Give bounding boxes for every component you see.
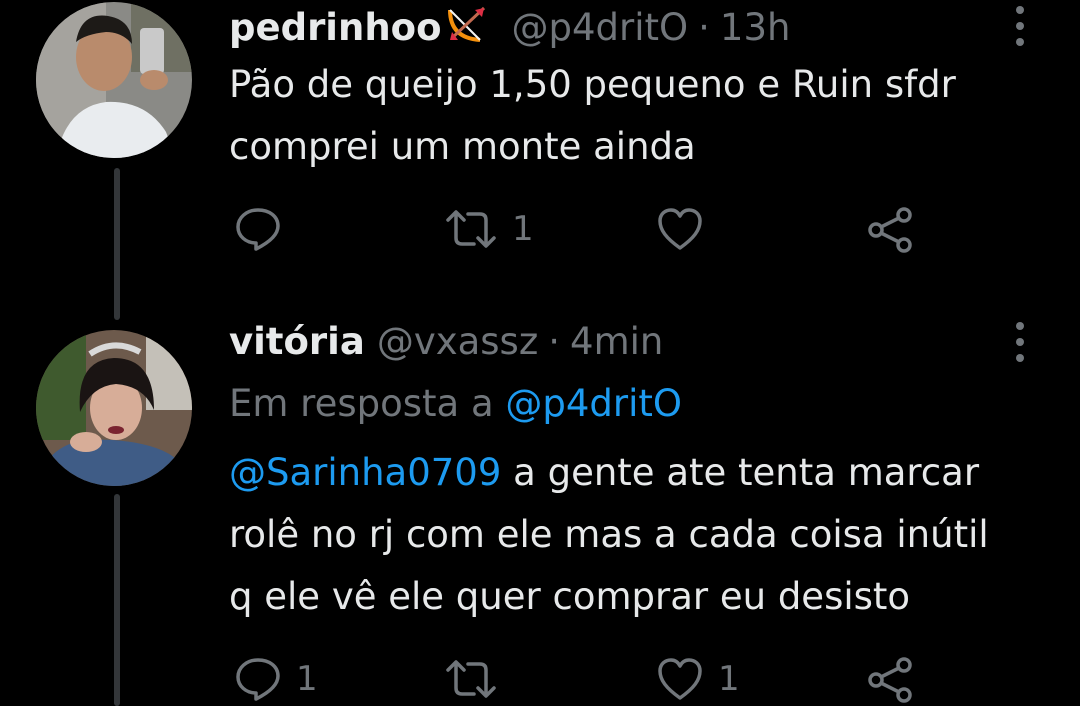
share-button[interactable] — [866, 656, 916, 704]
avatar[interactable] — [36, 2, 192, 158]
tweet-text-line: Pão de queijo 1,50 pequeno e Ruin sfdr — [229, 63, 956, 106]
retweet-icon — [446, 210, 496, 248]
timestamp[interactable]: 13h — [720, 6, 791, 50]
reply-button[interactable]: 1 — [234, 656, 318, 702]
separator-dot: · — [698, 6, 710, 49]
tweet-text: @Sarinha0709 a gente ate tenta marcar ro… — [229, 442, 1049, 628]
reply-button[interactable] — [234, 206, 296, 252]
mention-link[interactable]: @Sarinha0709 — [229, 451, 501, 494]
tweet-text-line: @Sarinha0709 a gente ate tenta marcar — [229, 442, 1049, 504]
like-button[interactable]: 1 — [656, 656, 740, 702]
avatar-photo — [36, 330, 192, 486]
username-handle[interactable]: @vxassz — [377, 320, 538, 364]
like-count: 1 — [718, 659, 740, 699]
retweet-icon — [446, 660, 496, 698]
share-button[interactable] — [866, 206, 916, 254]
username-handle[interactable]: @p4dritO — [512, 6, 689, 50]
tweet-header: pedrinhoo @p4dritO · 13h — [229, 2, 790, 54]
timeline: pedrinhoo @p4dritO · 13h Pão de queijo 1… — [0, 0, 1080, 706]
display-name[interactable]: pedrinhoo — [229, 6, 442, 50]
tweet-text: Pão de queijo 1,50 pequeno e Ruin sfdr c… — [229, 54, 1049, 178]
more-options-icon[interactable] — [1006, 6, 1034, 46]
reply-icon — [236, 208, 280, 251]
reply-count: 1 — [296, 659, 318, 699]
display-name[interactable]: vitória — [229, 320, 365, 364]
reply-to-mention-link[interactable]: @p4dritO — [505, 382, 682, 425]
thread-connector-line — [114, 168, 120, 320]
heart-icon — [658, 208, 702, 250]
share-icon — [868, 207, 912, 253]
more-options-icon[interactable] — [1006, 322, 1034, 362]
retweet-button[interactable]: 1 — [444, 206, 534, 252]
retweet-button[interactable] — [444, 656, 512, 702]
tweet-text-segment: a gente ate tenta marcar — [501, 451, 980, 494]
thread-connector-line — [114, 494, 120, 706]
heart-icon — [658, 658, 702, 700]
avatar-photo — [36, 2, 192, 158]
tweet-text-line: comprei um monte ainda — [229, 125, 696, 168]
timestamp[interactable]: 4min — [570, 320, 663, 364]
share-icon — [868, 657, 912, 703]
bow-and-arrow-icon — [444, 2, 490, 54]
retweet-count: 1 — [512, 209, 534, 249]
separator-dot: · — [548, 320, 561, 363]
tweet-header: vitória @vxassz · 4min — [229, 320, 663, 364]
reply-icon — [236, 658, 280, 701]
tweet-text-line: q ele vê ele quer comprar eu desisto — [229, 575, 911, 618]
reply-context: Em resposta a @p4dritO — [229, 382, 682, 426]
reply-to-label: Em resposta a — [229, 382, 494, 425]
tweet-text-line: rolê no rj com ele mas a cada coisa inút… — [229, 513, 989, 556]
avatar[interactable] — [36, 330, 192, 486]
like-button[interactable] — [656, 206, 718, 252]
